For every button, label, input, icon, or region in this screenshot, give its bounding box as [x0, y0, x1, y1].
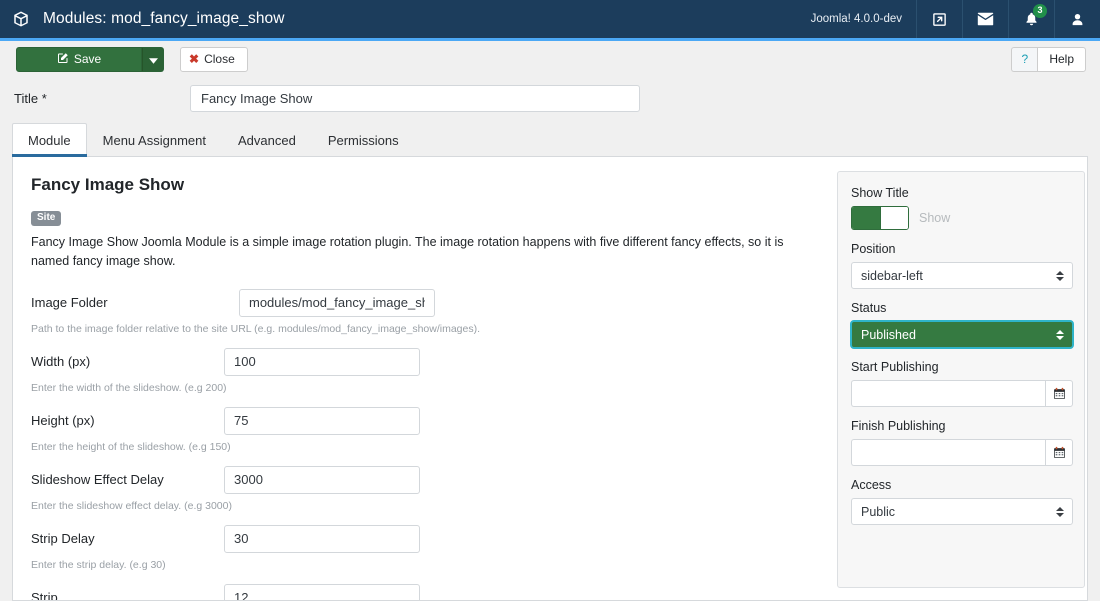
- show-title-label: Show Title: [851, 186, 909, 200]
- show-title-toggle-text: Show: [919, 211, 951, 225]
- field-strip: Strip Enter the strip. (e.g 12): [31, 583, 807, 600]
- field-label: Strip Delay: [31, 531, 95, 547]
- finish-publishing-group: Finish Publishing: [851, 419, 1073, 466]
- field-height: Height (px) Enter the height of the slid…: [31, 406, 807, 453]
- status-group: Status Published: [850, 301, 1074, 349]
- tab-module[interactable]: Module: [12, 123, 87, 157]
- status-label: Status: [851, 301, 887, 315]
- height-input[interactable]: [224, 406, 420, 435]
- close-button-label: Close: [204, 52, 235, 66]
- module-settings-column: Fancy Image Show Site Fancy Image Show J…: [13, 171, 825, 600]
- field-help-text: Enter the slideshow effect delay. (e.g 3…: [31, 499, 232, 512]
- start-publishing-label: Start Publishing: [851, 360, 939, 374]
- times-icon: ✖: [189, 52, 200, 66]
- module-sidebar: Show Title Show Position sidebar-left St…: [837, 171, 1085, 588]
- field-label: Strip: [31, 590, 58, 600]
- field-help-text: Path to the image folder relative to the…: [31, 322, 481, 335]
- status-badge: Site: [31, 211, 62, 226]
- save-dropdown-toggle[interactable]: [142, 46, 164, 72]
- start-publishing-input[interactable]: [851, 380, 1045, 407]
- chevron-down-icon: [148, 52, 158, 67]
- finish-publishing-label: Finish Publishing: [851, 419, 946, 433]
- module-description: Fancy Image Show Joomla Module is a simp…: [31, 235, 784, 269]
- strip-input[interactable]: [224, 583, 420, 600]
- access-label: Access: [851, 478, 892, 492]
- close-button[interactable]: ✖ Close: [180, 46, 248, 72]
- toolbar: Save ✖ Close ? Help: [0, 41, 1100, 77]
- access-select[interactable]: Public: [851, 498, 1073, 525]
- field-strip-delay: Strip Delay Enter the strip delay. (e.g …: [31, 524, 807, 571]
- position-group: Position sidebar-left: [851, 242, 1073, 289]
- status-select[interactable]: Published: [850, 320, 1074, 349]
- show-title-group: Show Title Show: [851, 186, 1071, 230]
- tab-permissions[interactable]: Permissions: [311, 123, 415, 156]
- field-label: Height (px): [31, 413, 95, 429]
- field-label: Slideshow Effect Delay: [31, 472, 164, 488]
- start-publishing-group: Start Publishing: [851, 360, 1073, 407]
- question-mark-icon[interactable]: ?: [1011, 46, 1038, 72]
- width-input[interactable]: [224, 347, 420, 376]
- access-group: Access Public: [851, 478, 1073, 525]
- title-field-row: Title *: [0, 77, 1100, 119]
- calendar-icon[interactable]: [1045, 439, 1073, 466]
- envelope-icon[interactable]: [962, 0, 1008, 38]
- field-help-text: Enter the width of the slideshow. (e.g 2…: [31, 381, 227, 394]
- joomla-version-label: Joomla! 4.0.0-dev: [810, 13, 902, 25]
- field-width: Width (px) Enter the width of the slides…: [31, 347, 807, 394]
- external-link-icon[interactable]: [916, 0, 962, 38]
- field-help-text: Enter the height of the slideshow. (e.g …: [31, 440, 231, 453]
- calendar-icon[interactable]: [1045, 380, 1073, 407]
- field-label: Image Folder: [31, 295, 108, 311]
- save-button-label: Save: [73, 52, 102, 66]
- title-input[interactable]: [190, 84, 640, 112]
- module-heading: Fancy Image Show: [31, 175, 185, 194]
- top-header-bar: Modules: mod_fancy_image_show Joomla! 4.…: [0, 0, 1100, 38]
- field-slideshow-effect-delay: Slideshow Effect Delay Enter the slidesh…: [31, 465, 807, 512]
- header-brand: Modules: mod_fancy_image_show: [0, 0, 285, 38]
- toggle-on-segment: [852, 207, 880, 229]
- tab-advanced[interactable]: Advanced: [221, 123, 312, 156]
- tab-bar: Module Menu Assignment Advanced Permissi…: [12, 123, 1088, 157]
- show-title-toggle[interactable]: [851, 206, 909, 230]
- field-image-folder: Image Folder Path to the image folder re…: [31, 288, 807, 335]
- user-icon[interactable]: [1054, 0, 1100, 38]
- tab-menu-assignment[interactable]: Menu Assignment: [86, 123, 222, 156]
- save-button[interactable]: Save: [16, 46, 142, 72]
- bell-icon[interactable]: 3: [1008, 0, 1054, 38]
- field-label: Width (px): [31, 354, 91, 370]
- pencil-square-icon: [57, 52, 69, 67]
- title-field-label: Title *: [14, 90, 47, 106]
- help-button[interactable]: Help: [1037, 46, 1086, 72]
- header-spacer: [285, 0, 797, 38]
- field-help-text: Enter the strip delay. (e.g 30): [31, 558, 166, 571]
- position-label: Position: [851, 242, 896, 256]
- page-title: Modules: mod_fancy_image_show: [43, 10, 285, 27]
- save-button-group: Save: [16, 46, 164, 72]
- module-edit-panel: Fancy Image Show Site Fancy Image Show J…: [12, 157, 1088, 601]
- position-select[interactable]: sidebar-left: [851, 262, 1073, 289]
- strip-delay-input[interactable]: [224, 524, 420, 553]
- help-button-group: ? Help: [1011, 46, 1086, 72]
- toggle-knob: [879, 207, 908, 229]
- cube-icon: [12, 10, 30, 28]
- image-folder-input[interactable]: [239, 288, 435, 317]
- slideshow-effect-delay-input[interactable]: [224, 465, 420, 494]
- notification-badge: 3: [1033, 4, 1047, 18]
- finish-publishing-input[interactable]: [851, 439, 1045, 466]
